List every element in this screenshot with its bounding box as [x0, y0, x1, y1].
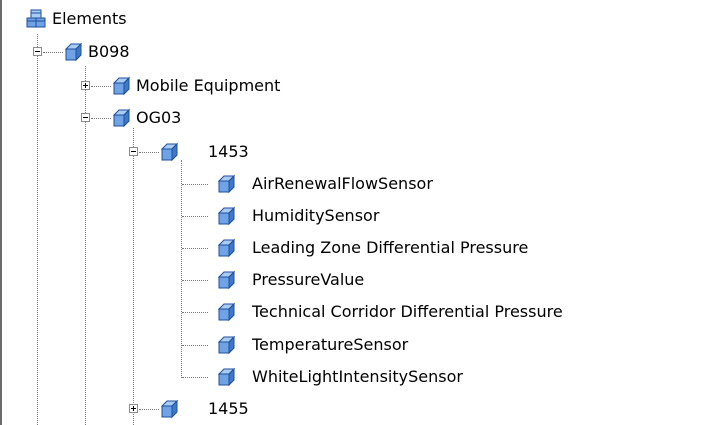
cube-icon: [63, 42, 83, 62]
cube-icon: [216, 335, 236, 355]
cube-icon: [111, 76, 131, 96]
cube-icon: [216, 270, 236, 290]
tree-node-label[interactable]: Leading Zone Differential Pressure: [252, 237, 528, 259]
tree-node-label[interactable]: AirRenewalFlowSensor: [252, 173, 433, 195]
cube-icon: [216, 238, 236, 258]
tree-node-og03[interactable]: OG03: [0, 107, 220, 129]
tree-node-label[interactable]: B098: [88, 41, 130, 63]
element-tree[interactable]: Elements B098 Mobile Equipment OG03 1453…: [0, 0, 706, 425]
tree-root-elements[interactable]: Elements: [0, 8, 200, 30]
collapse-toggle[interactable]: [81, 113, 90, 122]
tree-node-1453[interactable]: 1453: [0, 141, 270, 163]
tree-node-b098[interactable]: B098: [0, 41, 200, 63]
cube-icon: [216, 206, 236, 226]
expand-toggle[interactable]: [81, 81, 90, 90]
tree-node-sensor[interactable]: Leading Zone Differential Pressure: [0, 237, 620, 259]
tree-node-label[interactable]: 1453: [208, 141, 249, 163]
tree-node-label[interactable]: Elements: [52, 8, 127, 30]
tree-node-label[interactable]: HumiditySensor: [252, 205, 379, 227]
tree-node-label[interactable]: Mobile Equipment: [136, 75, 280, 97]
cube-icon: [216, 174, 236, 194]
tree-node-sensor[interactable]: PressureValue: [0, 269, 520, 291]
tree-node-sensor[interactable]: HumiditySensor: [0, 205, 520, 227]
cube-icon: [216, 302, 236, 322]
collapse-toggle[interactable]: [129, 147, 138, 156]
package-icon: [26, 9, 46, 29]
tree-node-sensor[interactable]: TemperatureSensor: [0, 334, 520, 356]
tree-node-label[interactable]: TemperatureSensor: [252, 334, 408, 356]
tree-node-label[interactable]: PressureValue: [252, 269, 364, 291]
tree-node-sensor[interactable]: Technical Corridor Differential Pressure: [0, 301, 700, 323]
tree-node-sensor[interactable]: AirRenewalFlowSensor: [0, 173, 520, 195]
expand-toggle[interactable]: [129, 404, 138, 413]
tree-node-label[interactable]: OG03: [136, 107, 181, 129]
collapse-toggle[interactable]: [33, 47, 42, 56]
tree-node-label[interactable]: 1455: [208, 398, 249, 420]
tree-node-1455[interactable]: 1455: [0, 398, 270, 420]
tree-node-mobile-equipment[interactable]: Mobile Equipment: [0, 75, 340, 97]
cube-icon: [159, 399, 179, 419]
tree-node-label[interactable]: WhiteLightIntensitySensor: [252, 366, 463, 388]
cube-icon: [159, 142, 179, 162]
cube-icon: [216, 367, 236, 387]
cube-icon: [111, 108, 131, 128]
tree-node-label[interactable]: Technical Corridor Differential Pressure: [252, 301, 563, 323]
tree-node-sensor[interactable]: WhiteLightIntensitySensor: [0, 366, 560, 388]
